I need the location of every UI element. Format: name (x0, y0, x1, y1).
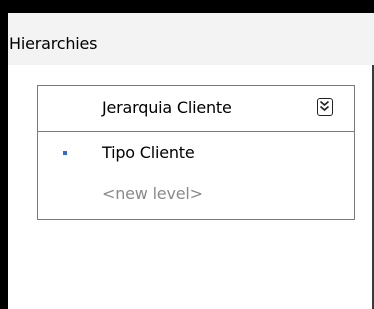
hierarchy-name[interactable]: Jerarquia Cliente (102, 98, 232, 117)
panel-title: Hierarchies (9, 34, 98, 53)
hierarchies-window: Hierarchies Jerarquia Cliente Tipo Clien… (0, 0, 374, 309)
level-label[interactable]: Tipo Cliente (102, 143, 195, 162)
hierarchy-header[interactable]: Jerarquia Cliente (38, 86, 354, 132)
new-level-row[interactable]: <new level> (38, 174, 354, 214)
new-level-placeholder[interactable]: <new level> (102, 184, 203, 203)
level-bullet-icon (63, 151, 67, 155)
hierarchy-card[interactable]: Jerarquia Cliente Tipo Cliente <new leve… (37, 85, 355, 220)
level-row[interactable]: Tipo Cliente (38, 132, 354, 174)
panel-header: Hierarchies (8, 13, 374, 65)
double-chevron-down-icon (319, 100, 330, 112)
hierarchies-panel: Hierarchies Jerarquia Cliente Tipo Clien… (8, 13, 374, 309)
collapse-button[interactable] (317, 98, 333, 116)
